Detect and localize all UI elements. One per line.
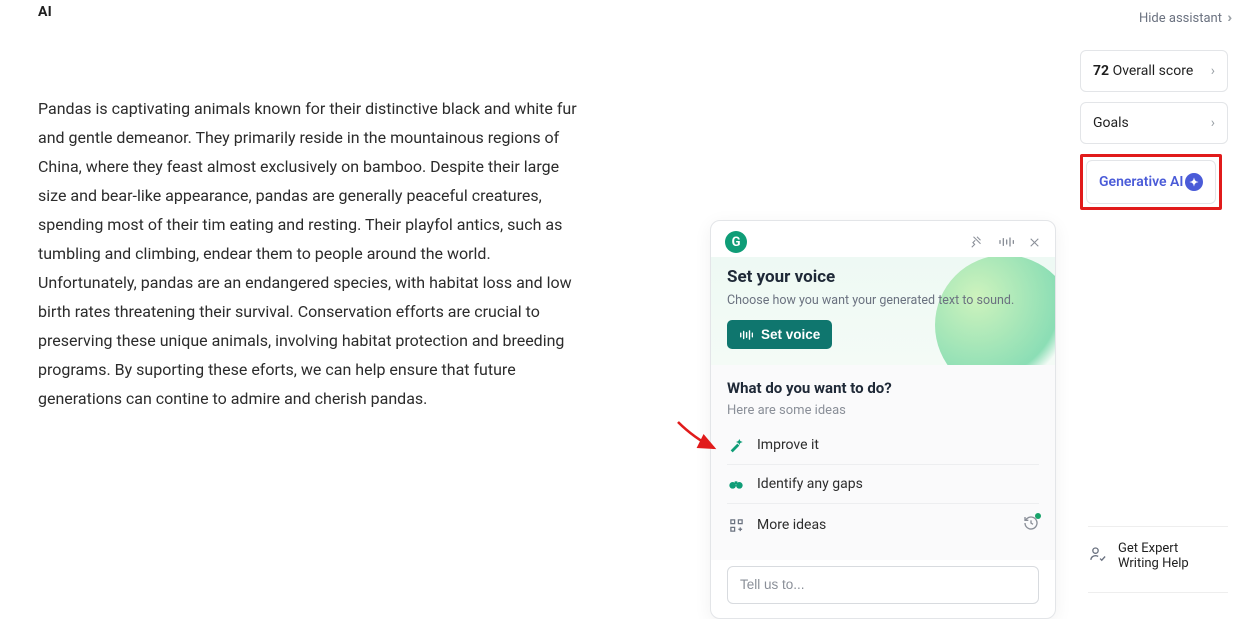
idea-more-ideas[interactable]: More ideas (727, 504, 1039, 546)
divider (1088, 592, 1228, 593)
prompt-input[interactable] (740, 577, 1026, 592)
grammarly-logo-icon: G (725, 231, 747, 253)
generative-ai-label: Generative AI (1099, 174, 1183, 190)
voice-subtitle: Choose how you want your generated text … (727, 293, 1039, 308)
lightbulb-icon: ✦ (1185, 173, 1203, 191)
chevron-right-icon: › (1211, 63, 1215, 79)
voice-title: Set your voice (727, 267, 1039, 287)
idea-gaps-label: Identify any gaps (757, 476, 863, 492)
sidebar: Hide assistant ›› 72 Overall score › Goa… (1080, 0, 1240, 599)
expert-help-line2: Writing Help (1118, 556, 1189, 571)
set-voice-button[interactable]: Set voice (727, 320, 832, 349)
voice-section: Set your voice Choose how you want your … (711, 257, 1055, 365)
close-icon[interactable] (1028, 235, 1041, 249)
annotation-highlight: Generative AI ✦ (1080, 154, 1222, 210)
todo-subtitle: Here are some ideas (727, 403, 1039, 418)
expert-help-line1: Get Expert (1118, 541, 1178, 556)
pin-icon[interactable] (970, 235, 984, 249)
notification-dot-icon (1035, 513, 1041, 519)
overall-score-card[interactable]: 72 Overall score › (1080, 50, 1228, 92)
history-icon[interactable] (1023, 515, 1039, 535)
idea-improve-it[interactable]: Improve it (727, 426, 1039, 465)
person-check-icon (1088, 544, 1108, 568)
assistant-header: G (711, 221, 1055, 257)
hide-assistant-button[interactable]: Hide assistant ›› (1080, 4, 1240, 32)
overall-score-text: 72 Overall score (1093, 63, 1193, 79)
assistant-header-actions (970, 235, 1041, 249)
sidebar-cards: 72 Overall score › Goals › Generative AI… (1080, 32, 1240, 210)
todo-title: What do you want to do? (727, 379, 1039, 397)
hide-assistant-label: Hide assistant (1139, 11, 1222, 26)
chevron-right-icon: › (1211, 115, 1215, 131)
goals-label: Goals (1093, 115, 1129, 131)
voice-wave-icon (739, 329, 753, 341)
overall-score-label: Overall score (1113, 63, 1194, 79)
document-body[interactable]: Pandas is captivating animals known for … (38, 94, 578, 413)
expert-help-button[interactable]: Get Expert Writing Help (1088, 526, 1228, 571)
idea-more-label: More ideas (757, 517, 826, 533)
magic-wand-icon (727, 437, 745, 453)
grid-plus-icon (727, 518, 745, 533)
expert-help-text: Get Expert Writing Help (1118, 541, 1189, 571)
prompt-input-wrap[interactable] (727, 566, 1039, 604)
generative-ai-card[interactable]: Generative AI ✦ (1086, 160, 1216, 204)
goals-card[interactable]: Goals › (1080, 102, 1228, 144)
todo-section: What do you want to do? Here are some id… (711, 365, 1055, 560)
assistant-panel: G Set your voice Choose how you want you… (710, 220, 1056, 619)
idea-improve-label: Improve it (757, 437, 819, 453)
voice-wave-icon[interactable] (998, 235, 1014, 249)
binoculars-icon (727, 476, 745, 492)
document-title[interactable]: AI (38, 4, 52, 20)
set-voice-label: Set voice (761, 327, 820, 342)
overall-score-number: 72 (1093, 63, 1109, 79)
idea-identify-gaps[interactable]: Identify any gaps (727, 465, 1039, 504)
